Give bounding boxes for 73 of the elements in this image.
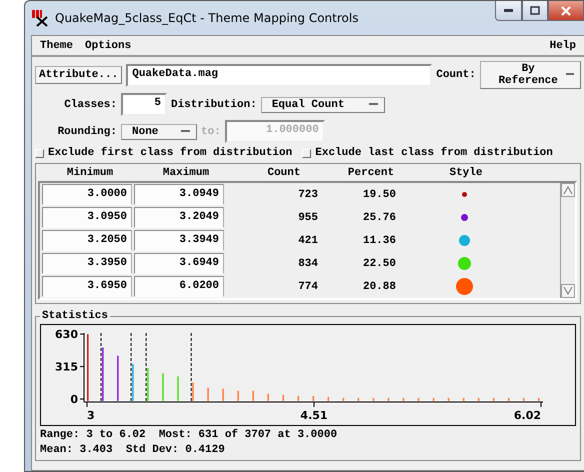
class-break-line xyxy=(100,332,102,402)
menu-item[interactable]: Help xyxy=(550,40,576,52)
field-label: Rounding: xyxy=(56,126,117,138)
statistics-text: Range: 3 to 6.02 Most: 631 of 3707 at 3.0000 xyxy=(40,429,338,441)
table-cell[interactable]: 3.3949 xyxy=(134,230,224,251)
minimize-button[interactable] xyxy=(495,1,522,21)
table-cell-text: 723 xyxy=(297,188,319,200)
menu-item[interactable]: Options xyxy=(85,40,132,52)
table-cell-text: 955 xyxy=(297,212,319,224)
table-cell-text: 25.76 xyxy=(362,212,397,224)
table-cell-text: 11.36 xyxy=(362,234,397,246)
table-cell-text: 20.88 xyxy=(362,280,397,292)
table-cell[interactable]: 3.2049 xyxy=(134,207,224,228)
panel-title: Statistics xyxy=(41,310,110,322)
count-dropdown[interactable]: By Reference xyxy=(480,61,581,89)
scrollbar[interactable] xyxy=(560,183,575,298)
histogram-bar xyxy=(282,394,284,401)
table-cell[interactable]: 3.6950 xyxy=(42,276,132,297)
classes-field[interactable]: 5 xyxy=(121,93,167,116)
caret-icon xyxy=(181,130,190,134)
exclude-checkbox[interactable]: Exclude first class from distribution xyxy=(35,147,292,159)
table-cell-text: 834 xyxy=(297,258,319,270)
column-header: Percent xyxy=(346,167,396,179)
field-label: Distribution: xyxy=(171,98,257,110)
column-header: Count xyxy=(266,167,302,179)
attribute-button[interactable]: Attribute... xyxy=(35,66,122,84)
table-cell[interactable]: 3.6949 xyxy=(134,253,224,274)
field-label: to: xyxy=(201,126,221,138)
table-cell[interactable]: 3.0949 xyxy=(134,184,224,205)
class-break-line xyxy=(130,332,132,402)
attribute-field[interactable]: QuakeData.mag xyxy=(126,64,432,86)
scroll-up-button[interactable] xyxy=(561,183,575,197)
column-header: Style xyxy=(448,167,484,179)
app-icon xyxy=(31,9,49,27)
caret-icon xyxy=(566,73,574,77)
maximize-button[interactable] xyxy=(522,1,548,21)
caret-icon xyxy=(368,102,378,106)
table-cell-text: 774 xyxy=(297,280,319,292)
table-cell[interactable]: 3.3950 xyxy=(42,253,132,274)
axis-tick-label: 3 xyxy=(87,409,95,422)
field-label: Classes: xyxy=(63,98,117,110)
table-cell[interactable]: 6.0200 xyxy=(134,276,224,297)
class-break-line xyxy=(190,332,192,402)
column-header: Maximum xyxy=(162,167,210,179)
histogram-bar xyxy=(508,398,510,401)
axis-tick-label: 6.02 xyxy=(514,409,541,422)
axis-tick-label: 315 xyxy=(55,360,78,374)
axis-tick-label: 4.51 xyxy=(300,409,328,422)
table-cell-text: 22.50 xyxy=(362,258,397,270)
rounding-dropdown[interactable]: None xyxy=(121,124,197,140)
exclude-checkbox[interactable]: Exclude last class from distribution xyxy=(302,147,553,159)
column-header: Minimum xyxy=(66,167,114,179)
histogram-bar xyxy=(297,396,300,401)
scroll-down-button[interactable] xyxy=(561,284,575,298)
table-cell[interactable]: 3.0950 xyxy=(42,207,132,228)
class-break-line xyxy=(146,332,147,402)
minimize-icon xyxy=(504,8,513,12)
distribution-dropdown[interactable]: Equal Count xyxy=(260,96,385,112)
field-label: Count: xyxy=(436,69,476,81)
axis-tick-label: 630 xyxy=(55,328,78,342)
table-cell-text: 19.50 xyxy=(362,188,397,200)
table-cell[interactable]: 3.2050 xyxy=(42,230,132,251)
statistics-text: Mean: 3.403 Std Dev: 0.4129 xyxy=(40,444,226,456)
axis-tick-label: 0 xyxy=(70,393,78,406)
close-button[interactable] xyxy=(548,1,584,21)
close-icon xyxy=(561,6,571,16)
histogram-bar xyxy=(522,398,525,401)
maximize-icon xyxy=(530,6,540,15)
menu-item[interactable]: Theme xyxy=(40,40,74,52)
y-axis xyxy=(80,332,84,402)
table-cell-text: 421 xyxy=(297,234,319,246)
window-title: QuakeMag_5class_EqCt - Theme Mapping Controls xyxy=(55,11,360,25)
table-cell[interactable]: 3.0000 xyxy=(42,184,132,205)
